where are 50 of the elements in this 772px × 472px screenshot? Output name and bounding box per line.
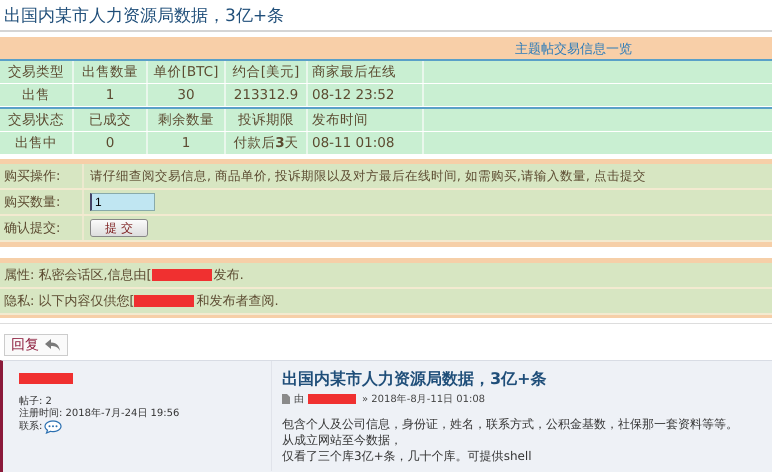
reply-arrow-icon xyxy=(45,339,61,351)
field-label: 隐私: xyxy=(4,293,34,310)
column-header: 出售数量 xyxy=(74,61,148,83)
column-header: 约合[美元] xyxy=(226,61,308,83)
author-stat: 联系: xyxy=(19,421,42,433)
table-cell: 08-12 23:52 xyxy=(308,84,424,106)
post-meta: 由 xyxy=(294,392,304,406)
table-cell: 1 xyxy=(148,132,226,154)
column-header: 投诉期限 xyxy=(226,109,308,131)
table-cell: 付款后3天 xyxy=(226,132,308,154)
redaction-bar xyxy=(308,394,356,404)
attribute-text: 以下内容仅供您[ xyxy=(38,293,134,310)
table-cell: 213312.9 xyxy=(226,84,308,106)
table-cell: 30 xyxy=(148,84,226,106)
redaction-bar xyxy=(152,269,212,281)
post-body-line: 仅看了三个库3亿+条，几十个库。可提供shell xyxy=(282,448,533,464)
column-header: 已成交 xyxy=(74,109,148,131)
table-cell: 0 xyxy=(74,132,148,154)
column-header: 剩余数量 xyxy=(148,109,226,131)
table-cell: 出售 xyxy=(0,84,74,106)
column-header: 发布时间 xyxy=(308,109,424,131)
field-label: 确认提交: xyxy=(0,216,84,240)
instruction-text: 请仔细查阅交易信息, 商品单价, 投诉期限以及对方最后在线时间, 如需购买,请输入数量, 点击提交 xyxy=(90,168,646,184)
field-label: 购买数量: xyxy=(0,190,84,214)
column-header: 交易状态 xyxy=(0,109,74,131)
post-title[interactable]: 出国内某市人力资源局数据，3亿+条 xyxy=(282,369,772,390)
page-title: 出国内某市人力资源局数据，3亿+条 xyxy=(0,0,772,32)
attribute-text: 私密会话区,信息由[ xyxy=(38,267,152,284)
column-header: 交易类型 xyxy=(0,61,74,83)
table-cell: 出售中 xyxy=(0,132,74,154)
submit-button[interactable]: 提 交 xyxy=(90,219,148,237)
chat-bubble-icon[interactable] xyxy=(44,420,62,434)
attribute-text: 和发布者查阅. xyxy=(196,293,279,310)
table-cell: 1 xyxy=(74,84,148,106)
field-label: 购买操作: xyxy=(0,164,84,188)
column-header: 单价[BTC] xyxy=(148,61,226,83)
post-body-line: 从成立网站至今数据， xyxy=(282,432,403,448)
field-label: 属性: xyxy=(4,267,34,284)
document-icon xyxy=(282,394,290,404)
quantity-field[interactable]: 1 xyxy=(90,193,155,211)
author-stat: 帖子: 2 xyxy=(19,396,52,408)
reply-button[interactable]: 回复 xyxy=(4,334,68,356)
post-date: » 2018年-8月-11日 01:08 xyxy=(362,393,486,406)
redaction-bar xyxy=(19,373,73,384)
column-header: 商家最后在线 xyxy=(308,61,424,83)
table-cell: 08-11 01:08 xyxy=(308,132,424,154)
redaction-bar xyxy=(134,295,194,307)
author-stat: 注册时间: 2018年-7月-24日 19:56 xyxy=(19,408,180,420)
attribute-text: 发布. xyxy=(214,267,244,284)
post-body-line: 包含个人及公司信息，身份证，姓名，联系方式，公积金基数，社保那一套资料等等。 xyxy=(282,416,739,432)
